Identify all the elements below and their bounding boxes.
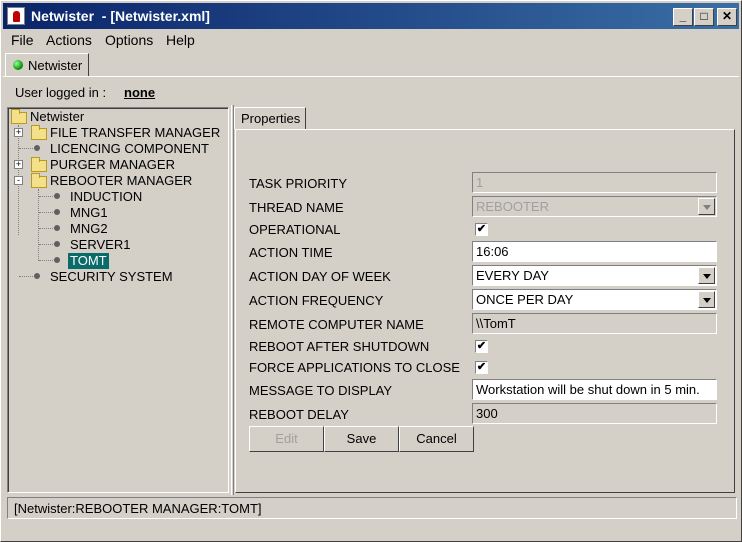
tree-guide-line	[38, 189, 39, 261]
tree-guide-line	[19, 276, 33, 277]
user-label: User logged in :	[15, 85, 107, 100]
tree-item-mng2[interactable]: MNG2	[70, 221, 108, 237]
status-led-icon	[13, 60, 23, 70]
menu-help[interactable]: Help	[166, 32, 195, 48]
tree-guide-line	[39, 228, 53, 229]
component-bullet-icon	[54, 209, 60, 215]
tree-item-tomt[interactable]: TOMT	[68, 253, 109, 269]
reboot-delay-label: REBOOT DELAY	[249, 407, 349, 422]
cancel-button[interactable]: Cancel	[399, 426, 474, 452]
edit-button[interactable]: Edit	[249, 426, 324, 452]
collapse-icon[interactable]: -	[14, 176, 23, 185]
folder-icon	[31, 157, 47, 172]
tree-item-licencing-component[interactable]: LICENCING COMPONENT	[50, 141, 209, 157]
message-label: MESSAGE TO DISPLAY	[249, 383, 393, 398]
action-frequency-value: ONCE PER DAY	[476, 292, 574, 307]
tab-netwister-label: Netwister	[28, 58, 83, 73]
thread-name-label: THREAD NAME	[249, 200, 344, 215]
thread-name-combo[interactable]: REBOOTER	[472, 196, 717, 217]
thread-name-value: REBOOTER	[476, 199, 549, 214]
chevron-down-icon[interactable]	[698, 267, 715, 284]
reboot-after-shutdown-checkbox[interactable]: ✔	[475, 340, 488, 353]
status-bar: [Netwister:REBOOTER MANAGER:TOMT]	[7, 497, 737, 519]
splitter-handle[interactable]	[231, 105, 234, 495]
user-value: none	[124, 85, 156, 100]
tree-item-rebooter-manager[interactable]: REBOOTER MANAGER	[50, 173, 192, 189]
tree-item-mng1[interactable]: MNG1	[70, 205, 108, 221]
component-bullet-icon	[54, 225, 60, 231]
component-bullet-icon	[34, 273, 40, 279]
component-bullet-icon	[54, 193, 60, 199]
menu-file[interactable]: File	[11, 32, 34, 48]
action-day-combo[interactable]: EVERY DAY	[472, 265, 717, 286]
action-time-label: ACTION TIME	[249, 245, 333, 260]
folder-icon	[31, 125, 47, 140]
expand-icon[interactable]: +	[14, 128, 23, 137]
tab-properties[interactable]: Properties	[234, 107, 306, 129]
maximize-button[interactable]: □	[694, 8, 714, 26]
task-priority-field[interactable]: 1	[472, 172, 717, 193]
force-close-checkbox[interactable]: ✔	[475, 361, 488, 374]
close-button[interactable]: ✕	[717, 8, 737, 26]
remote-computer-field[interactable]: \\TomT	[472, 313, 717, 334]
menu-options[interactable]: Options	[105, 32, 153, 48]
force-close-label: FORCE APPLICATIONS TO CLOSE	[249, 360, 460, 375]
tab-netwister[interactable]: Netwister	[5, 53, 89, 77]
chevron-down-icon[interactable]	[698, 198, 715, 215]
chevron-down-icon[interactable]	[698, 291, 715, 308]
main-window: Netwister - [Netwister.xml] _ □ ✕ File A…	[0, 0, 742, 542]
component-bullet-icon	[54, 241, 60, 247]
component-bullet-icon	[34, 145, 40, 151]
minimize-button[interactable]: _	[673, 8, 693, 26]
tree-guide-line	[39, 260, 53, 261]
menu-actions[interactable]: Actions	[46, 32, 92, 48]
reboot-after-shutdown-label: REBOOT AFTER SHUTDOWN	[249, 339, 430, 354]
tree-guide-line	[39, 244, 53, 245]
component-bullet-icon	[54, 257, 60, 263]
action-day-label: ACTION DAY OF WEEK	[249, 269, 391, 284]
tree-guide-line	[39, 212, 53, 213]
expand-icon[interactable]: +	[14, 160, 23, 169]
folder-icon	[11, 109, 27, 124]
action-frequency-combo[interactable]: ONCE PER DAY	[472, 289, 717, 310]
tree-guide-line	[19, 148, 33, 149]
title-bar[interactable]: Netwister - [Netwister.xml] _ □ ✕	[3, 3, 739, 29]
action-frequency-label: ACTION FREQUENCY	[249, 293, 384, 308]
action-time-field[interactable]: 16:06	[472, 241, 717, 262]
tree-item-netwister[interactable]: Netwister	[30, 109, 84, 125]
task-priority-label: TASK PRIORITY	[249, 176, 347, 191]
operational-label: OPERATIONAL	[249, 222, 341, 237]
tree-item-file-transfer-manager[interactable]: FILE TRANSFER MANAGER	[50, 125, 220, 141]
tree-item-induction[interactable]: INDUCTION	[70, 189, 142, 205]
tree-item-purger-manager[interactable]: PURGER MANAGER	[50, 157, 175, 173]
menu-bar: File Actions Options Help	[3, 30, 739, 50]
operational-checkbox[interactable]: ✔	[475, 223, 488, 236]
tree-guide-line	[39, 196, 53, 197]
action-day-value: EVERY DAY	[476, 268, 549, 283]
folder-open-icon	[31, 173, 47, 188]
message-field[interactable]: Workstation will be shut down in 5 min.	[472, 379, 717, 400]
remote-computer-label: REMOTE COMPUTER NAME	[249, 317, 424, 332]
app-icon[interactable]	[7, 7, 25, 25]
tree-item-server1[interactable]: SERVER1	[70, 237, 130, 253]
save-button[interactable]: Save	[324, 426, 399, 452]
tree-item-security-system[interactable]: SECURITY SYSTEM	[50, 269, 173, 285]
reboot-delay-field[interactable]: 300	[472, 403, 717, 424]
window-title: Netwister - [Netwister.xml]	[31, 8, 210, 24]
